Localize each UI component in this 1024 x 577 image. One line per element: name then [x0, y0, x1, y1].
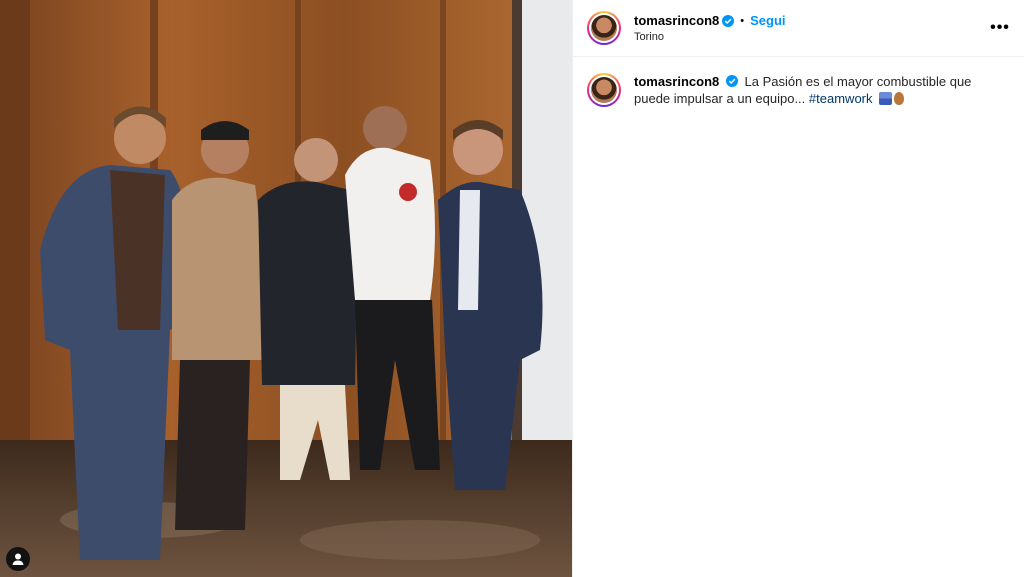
- caption-avatar-image: [591, 77, 617, 103]
- emoji-hand-icon: [894, 92, 905, 105]
- header-info: tomasrincon8 • Segui Torino: [634, 13, 786, 43]
- more-options-icon[interactable]: •••: [988, 16, 1012, 40]
- avatar-image: [591, 15, 617, 41]
- caption-text: tomasrincon8 La Pasión es el mayor combu…: [634, 73, 1010, 107]
- separator-dot: •: [740, 14, 745, 27]
- caption-username[interactable]: tomasrincon8: [634, 74, 719, 89]
- user-tag-icon[interactable]: [6, 547, 30, 571]
- hashtag-link[interactable]: #teamwork: [809, 91, 873, 106]
- user-tag-glyph: [12, 553, 24, 565]
- follow-button[interactable]: Segui: [750, 13, 785, 28]
- caption-avatar[interactable]: [587, 73, 621, 107]
- caption-area: tomasrincon8 La Pasión es el mayor combu…: [573, 57, 1024, 123]
- caption-avatar-ring: [589, 75, 619, 105]
- post-dialog: tomasrincon8 • Segui Torino ••• tomasrin…: [0, 0, 1024, 577]
- photo-illustration: [0, 0, 572, 577]
- post-header: tomasrincon8 • Segui Torino •••: [573, 0, 1024, 57]
- caption-verified-badge-icon: [725, 75, 738, 87]
- username-link[interactable]: tomasrincon8: [634, 13, 719, 28]
- location-link[interactable]: Torino: [634, 31, 786, 43]
- verified-badge-icon: [722, 14, 735, 27]
- post-photo[interactable]: [0, 0, 572, 577]
- header-row: tomasrincon8 • Segui: [634, 13, 786, 28]
- emoji-icon: [879, 92, 893, 105]
- avatar-ring: [589, 13, 619, 43]
- post-sidebar: tomasrincon8 • Segui Torino ••• tomasrin…: [572, 0, 1024, 577]
- avatar[interactable]: [587, 11, 621, 45]
